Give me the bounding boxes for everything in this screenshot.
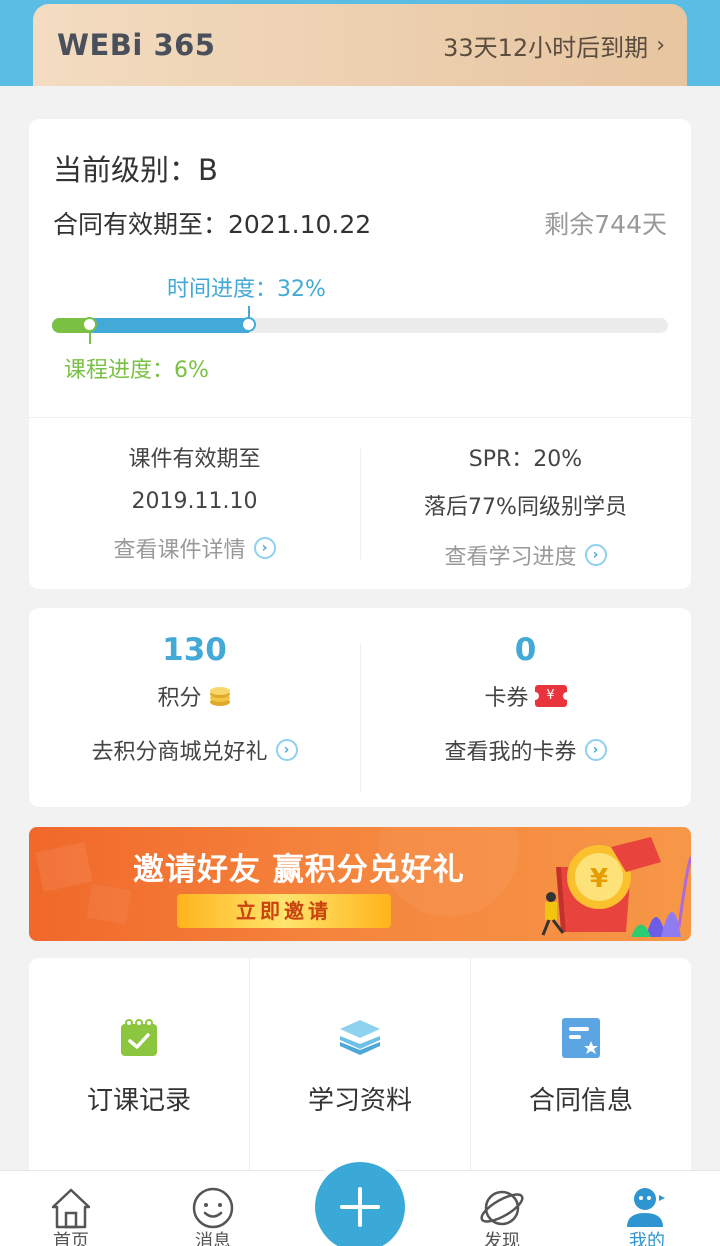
time-progress-marker — [241, 317, 256, 332]
my-coupons-label: 查看我的卡券 — [444, 740, 577, 765]
contract-row: 合同有效期至：2021.10.22 剩余744天 — [53, 205, 667, 241]
points-value: 130 — [162, 632, 227, 668]
gift-box-illustration: ¥ — [541, 837, 691, 937]
chevron-right-circle-icon: › — [275, 739, 298, 761]
courseware-details-link[interactable]: 查看课件详情 › — [113, 532, 276, 564]
courseware-section: 课件有效期至 2019.11.10 查看课件详情 › — [29, 419, 360, 589]
svg-text:¥: ¥ — [590, 864, 608, 894]
home-icon — [51, 1188, 91, 1229]
spr-value: SPR：20% — [468, 447, 583, 472]
nav-label: 首页 — [53, 1231, 89, 1246]
points-mall-label: 去积分商城兑好礼 — [91, 740, 268, 765]
points-label: 积分 — [157, 686, 202, 711]
grid-item-study-materials[interactable]: 学习资料 — [250, 958, 470, 1188]
coupons-section: 0 卡券 ¥ 查看我的卡券 › — [360, 608, 691, 807]
invite-banner[interactable]: 邀请好友 赢积分兑好礼 立即邀请 ¥ — [29, 827, 691, 941]
nav-home[interactable]: 首页 — [21, 1171, 121, 1246]
grid-item-label: 合同信息 — [528, 1086, 633, 1116]
banner-title: 邀请好友 赢积分兑好礼 — [133, 852, 465, 888]
grid-item-label: 学习资料 — [307, 1086, 412, 1116]
grid-item-contract-info[interactable]: 合同信息 — [471, 958, 691, 1188]
study-progress-link[interactable]: 查看学习进度 › — [444, 539, 607, 571]
grid-item-label: 订课记录 — [86, 1086, 191, 1116]
layers-icon — [340, 1020, 380, 1055]
courseware-date: 2019.11.10 — [131, 489, 258, 514]
nav-label: 我的 — [629, 1231, 665, 1246]
nav-messages[interactable]: 消息 — [163, 1171, 263, 1246]
coupons-value: 0 — [514, 632, 537, 668]
days-remaining: 剩余744天 — [544, 210, 667, 239]
coupon-icon: ¥ — [530, 685, 571, 707]
spr-section: SPR：20% 落后77%同级别学员 查看学习进度 › — [360, 419, 691, 589]
study-progress-label: 查看学习进度 — [444, 545, 577, 570]
courseware-title: 课件有效期至 — [128, 447, 261, 472]
points-mall-link[interactable]: 去积分商城兑好礼 › — [91, 734, 298, 766]
membership-bar[interactable]: WEBi 365 33天12小时后到期 › — [33, 4, 687, 86]
membership-expiry[interactable]: 33天12小时后到期 › — [443, 28, 665, 63]
course-progress-label: 课程进度：6% — [64, 358, 209, 383]
nav-profile[interactable]: 我的 — [597, 1171, 697, 1246]
plus-icon — [340, 1187, 380, 1227]
time-progress-label: 时间进度：32% — [167, 277, 326, 302]
chevron-right-icon: › — [656, 32, 665, 58]
coins-icon — [209, 687, 230, 706]
coupons-label: 卡券 — [484, 686, 529, 711]
progress-track — [52, 306, 668, 344]
chevron-right-circle-icon: › — [584, 544, 607, 566]
current-level: 当前级别：B — [53, 153, 218, 187]
points-label-row: 积分 — [29, 680, 360, 712]
calendar-check-icon — [121, 1019, 157, 1056]
level-card: 当前级别：B 合同有效期至：2021.10.22 剩余744天 时间进度：32%… — [29, 119, 691, 589]
chevron-right-circle-icon: › — [253, 537, 276, 559]
spr-behind-text: 落后77%同级别学员 — [424, 495, 627, 520]
nav-label: 消息 — [195, 1231, 231, 1246]
points-section: 130 积分 去积分商城兑好礼 › — [29, 608, 360, 807]
membership-brand: WEBi 365 — [57, 28, 216, 62]
contract-expiry: 合同有效期至：2021.10.22 — [53, 210, 372, 239]
nav-label: 发现 — [484, 1231, 520, 1246]
divider — [29, 417, 691, 418]
grid-item-booking-records[interactable]: 订课记录 — [29, 958, 249, 1188]
contract-doc-icon — [562, 1018, 600, 1058]
membership-expiry-text: 33天12小时后到期 — [443, 33, 649, 62]
courseware-details-label: 查看课件详情 — [113, 538, 246, 563]
nav-discover[interactable]: 发现 — [452, 1171, 552, 1246]
user-icon — [627, 1188, 665, 1227]
points-card: 130 积分 去积分商城兑好礼 › 0 卡券 ¥ 查看我的卡券 › — [29, 608, 691, 807]
course-progress-tick — [89, 332, 91, 344]
planet-icon — [480, 1190, 524, 1226]
coupons-label-row: 卡券 ¥ — [360, 680, 691, 712]
add-button[interactable] — [315, 1162, 405, 1246]
invite-now-button[interactable]: 立即邀请 — [177, 894, 391, 928]
my-coupons-link[interactable]: 查看我的卡券 › — [444, 734, 607, 766]
chevron-right-circle-icon: › — [584, 739, 607, 761]
course-progress-marker — [82, 317, 97, 332]
service-grid: 订课记录 学习资料 合同信息 — [29, 958, 691, 1188]
smiley-message-icon — [192, 1187, 234, 1229]
